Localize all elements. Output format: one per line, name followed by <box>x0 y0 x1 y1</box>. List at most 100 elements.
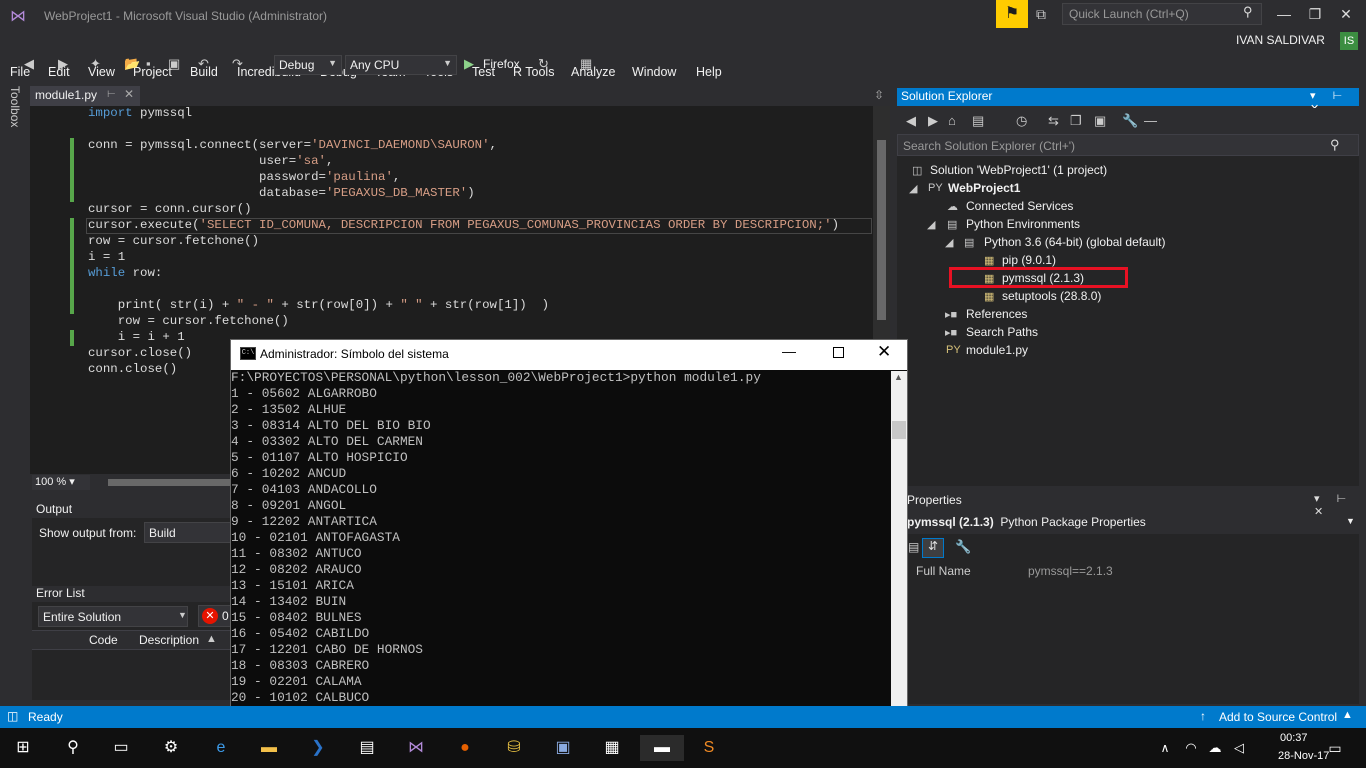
code-line[interactable]: cursor.execute('SELECT ID_COMUNA, DESCRI… <box>88 218 839 232</box>
zoom-select[interactable]: 100 % ▾ <box>32 475 90 490</box>
categorized-icon[interactable]: ▤ <box>908 540 919 554</box>
tree-item-project[interactable]: WebProject1 <box>948 181 1020 195</box>
code-line[interactable]: print( str(i) + " - " + str(row[0]) + " … <box>88 298 549 312</box>
code-line[interactable]: database='PEGAXUS_DB_MASTER') <box>88 186 475 200</box>
quick-launch-input[interactable]: Quick Launch (Ctrl+Q) <box>1062 3 1262 25</box>
action-center-icon[interactable]: ▭ <box>1322 735 1348 761</box>
code-line[interactable]: cursor.close() <box>88 346 192 360</box>
search-icon[interactable]: ⚲ <box>1330 137 1340 153</box>
back-icon[interactable]: ◀ <box>24 56 34 72</box>
add-to-source-control-button[interactable]: Add to Source Control <box>1219 710 1337 724</box>
feedback-icon[interactable]: ⧉ <box>1036 6 1046 23</box>
scrollbar-thumb[interactable] <box>892 421 906 439</box>
refresh-icon[interactable]: ↻ <box>538 56 549 72</box>
firefox-icon[interactable]: ● <box>452 735 478 761</box>
error-scope-select[interactable]: Entire Solution <box>38 606 188 627</box>
toolbox-tab[interactable]: Toolbox <box>8 86 22 127</box>
code-line[interactable]: row = cursor.fetchone() <box>88 234 259 248</box>
horizontal-scrollbar-thumb[interactable] <box>108 479 238 486</box>
restore-button[interactable]: ❐ <box>1303 6 1327 23</box>
platform-select[interactable]: Any CPU ▼ <box>345 55 457 75</box>
code-line[interactable]: password='paulina', <box>88 170 400 184</box>
sublime-text-icon[interactable]: S <box>696 735 722 761</box>
tree-item-python-env[interactable]: Python 3.6 (64-bit) (global default) <box>984 235 1165 249</box>
volume-icon[interactable]: ◁ <box>1226 735 1252 761</box>
save-icon[interactable]: ▪ <box>146 56 151 71</box>
preview-icon[interactable]: — <box>1144 113 1157 128</box>
solution-search-input[interactable]: Search Solution Explorer (Ctrl+') <box>897 134 1359 156</box>
expanded-arrow-icon[interactable]: ◢ <box>927 218 935 231</box>
pin-icon[interactable]: ⊢ <box>107 89 116 100</box>
code-line[interactable]: conn.close() <box>88 362 177 376</box>
close-icon[interactable]: ✕ <box>124 87 134 101</box>
show-all-files-icon[interactable]: ▣ <box>1094 113 1106 129</box>
new-project-icon[interactable]: ✦ <box>90 56 101 72</box>
chevron-up-icon[interactable]: ∧ <box>1152 735 1178 761</box>
sync-icon[interactable]: ⇆ <box>1048 113 1059 129</box>
tree-item-solution[interactable]: Solution 'WebProject1' (1 project) <box>930 163 1107 177</box>
code-line[interactable]: i = i + 1 <box>88 330 185 344</box>
wifi-icon[interactable]: ◠ <box>1178 735 1204 761</box>
edge-icon[interactable]: e <box>208 735 234 761</box>
code-line[interactable]: import pymssql <box>88 106 192 120</box>
code-line[interactable]: i = 1 <box>88 250 125 264</box>
search-icon[interactable]: ⚲ <box>60 735 86 761</box>
scroll-up-icon[interactable]: ▲ <box>894 372 903 382</box>
properties-subject[interactable]: pymssql (2.1.3) Python Package Propertie… <box>897 512 1359 534</box>
back-icon[interactable]: ◀ <box>906 113 916 129</box>
property-pages-icon[interactable]: 🔧 <box>955 539 971 555</box>
expanded-arrow-icon[interactable]: ◢ <box>945 236 953 249</box>
run-button[interactable]: Firefox <box>483 57 520 71</box>
document-icon[interactable]: ▤ <box>354 735 380 761</box>
notification-flag-icon[interactable]: ⚑ <box>996 0 1028 28</box>
alphabetical-icon[interactable]: ⇵ <box>922 538 944 558</box>
undo-icon[interactable]: ↶ <box>198 56 209 72</box>
remote-desktop-icon[interactable]: ▣ <box>550 735 576 761</box>
collapse-all-icon[interactable]: ❐ <box>1070 113 1082 129</box>
windows-start-icon[interactable]: ⊞ <box>10 735 36 761</box>
property-value[interactable]: pymssql==2.1.3 <box>1028 564 1113 578</box>
task-view-icon[interactable]: ▭ <box>108 735 134 761</box>
settings-gear-icon[interactable]: ⚙ <box>158 735 184 761</box>
save-all-icon[interactable]: ▣ <box>168 56 180 72</box>
code-line[interactable]: conn = pymssql.connect(server='DAVINCI_D… <box>88 138 497 152</box>
forward-icon[interactable]: ▶ <box>58 56 68 72</box>
avatar[interactable]: IS <box>1340 32 1358 50</box>
column-code[interactable]: Code <box>89 633 118 647</box>
properties-wrench-icon[interactable]: 🔧 <box>1122 113 1138 129</box>
column-description[interactable]: Description <box>139 633 199 647</box>
chevron-down-icon[interactable]: ▼ <box>1346 516 1355 526</box>
minimize-button[interactable]: — <box>1272 6 1296 22</box>
tree-item-references[interactable]: References <box>966 307 1027 321</box>
switch-views-icon[interactable]: ▤ <box>972 113 984 129</box>
scrollbar-thumb[interactable] <box>877 140 886 320</box>
output-source-select[interactable]: Build <box>144 522 234 543</box>
close-button[interactable]: ✕ <box>877 342 891 362</box>
forward-icon[interactable]: ▶ <box>928 113 938 129</box>
chevron-up-icon[interactable]: ▲ <box>1342 709 1353 721</box>
sql-server-icon[interactable]: ⛁ <box>501 735 527 761</box>
code-line[interactable]: cursor = conn.cursor() <box>88 202 252 216</box>
open-file-icon[interactable]: 📂 <box>124 56 140 72</box>
tree-item-setuptools[interactable]: setuptools (28.8.0) <box>1002 289 1101 303</box>
play-icon[interactable]: ▶ <box>464 56 474 72</box>
calculator-icon[interactable]: ▦ <box>599 735 625 761</box>
configuration-select[interactable]: Debug ▼ <box>274 55 342 75</box>
minimize-button[interactable]: — <box>782 343 796 359</box>
visual-studio-icon[interactable]: ⋈ <box>403 735 429 761</box>
file-explorer-icon[interactable]: ▬ <box>256 735 282 761</box>
expanded-arrow-icon[interactable]: ◢ <box>909 182 917 195</box>
redo-icon[interactable]: ↷ <box>232 56 243 72</box>
tree-item-connected-services[interactable]: Connected Services <box>966 199 1073 213</box>
tree-item-pip[interactable]: pip (9.0.1) <box>1002 253 1056 267</box>
pending-changes-icon[interactable]: ◷ <box>1016 113 1027 129</box>
tree-item-module1[interactable]: module1.py <box>966 343 1028 357</box>
code-line[interactable]: while row: <box>88 266 162 280</box>
home-icon[interactable]: ⌂ <box>948 113 956 128</box>
clock-time[interactable]: 00:37 <box>1280 732 1308 744</box>
code-line[interactable]: user='sa', <box>88 154 333 168</box>
maximize-button[interactable] <box>833 347 844 358</box>
tree-item-search-paths[interactable]: Search Paths <box>966 325 1038 339</box>
search-icon[interactable]: ⚲ <box>1243 4 1253 20</box>
powershell-icon[interactable]: ❯ <box>305 735 331 761</box>
